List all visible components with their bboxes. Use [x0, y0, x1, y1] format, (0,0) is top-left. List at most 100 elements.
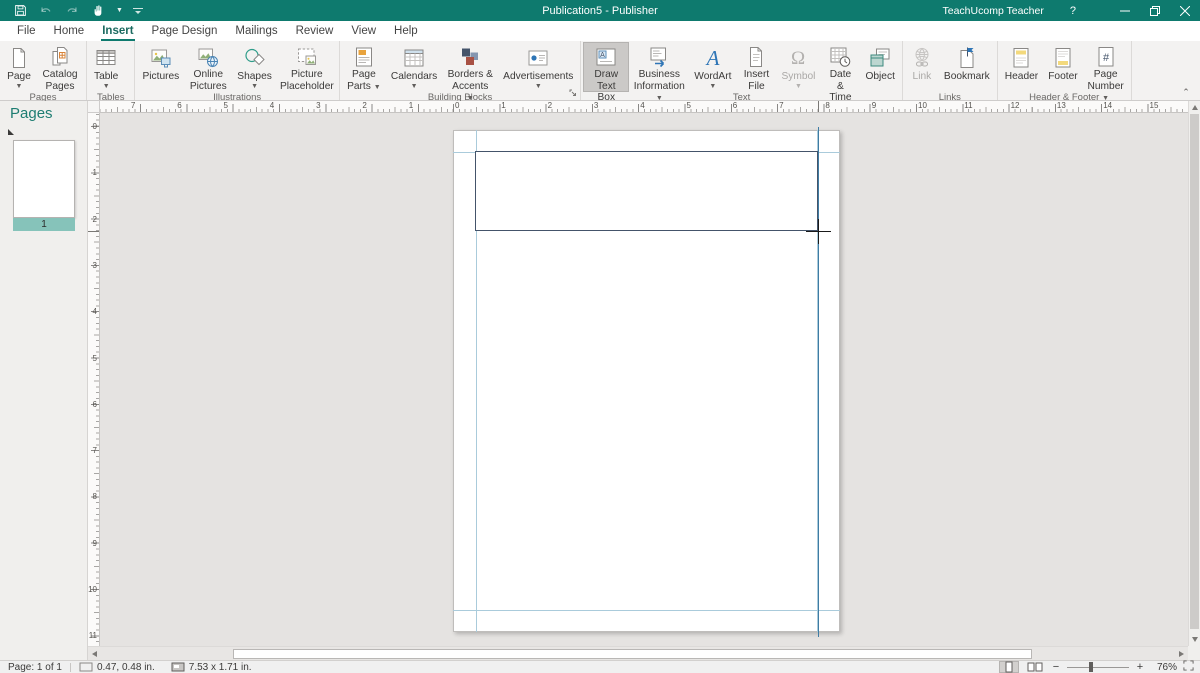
ribbon-group-text: A Draw Text Box Business Information ▼ A…: [581, 41, 903, 100]
link-button[interactable]: Link: [905, 42, 939, 92]
date-time-button[interactable]: Date & Time: [820, 42, 860, 92]
picture-placeholder-button[interactable]: Picture Placeholder: [277, 42, 337, 92]
page-number-button[interactable]: # Page Number ▼: [1083, 42, 1129, 92]
zoom-slider[interactable]: [1067, 667, 1129, 668]
bookmark-icon: [955, 45, 979, 71]
horizontal-scrollbar-thumb[interactable]: [233, 649, 1032, 659]
wordart-button[interactable]: A WordArt ▼: [689, 42, 736, 92]
tab-file[interactable]: File: [8, 22, 45, 41]
single-page-view-button[interactable]: [999, 661, 1019, 673]
ribbon-group-tables: Table ▼ Tables: [87, 41, 135, 100]
pages-panel-title: Pages: [0, 101, 87, 122]
object-icon: [868, 45, 892, 71]
publication-canvas[interactable]: [100, 113, 1188, 646]
ribbon-tab-bar: File Home Insert Page Design Mailings Re…: [0, 21, 1200, 41]
header-button[interactable]: Header: [1000, 42, 1043, 92]
catalog-pages-button[interactable]: Catalog Pages: [36, 42, 84, 92]
touch-mode-dropdown[interactable]: ▼: [116, 7, 123, 15]
calendars-button[interactable]: Calendars ▼: [386, 42, 442, 92]
collapse-ribbon-button[interactable]: ⌃: [1178, 87, 1194, 98]
save-button[interactable]: [12, 3, 28, 19]
ribbon-group-building-blocks: Page Parts ▼ Calendars ▼ Borders & Accen…: [340, 41, 581, 100]
horizontal-ruler[interactable]: 7654321012345678910111213141516: [88, 101, 1188, 113]
scroll-up-arrow[interactable]: [1192, 105, 1198, 110]
page-icon: [7, 45, 31, 71]
pictures-icon: [149, 45, 173, 71]
zoom-in-button[interactable]: +: [1135, 661, 1145, 673]
ribbon-group-pages: Page ▼ Catalog Pages Pages: [0, 41, 87, 100]
page-button[interactable]: Page ▼: [2, 42, 36, 92]
pages-panel: Pages 1: [0, 101, 88, 660]
horizontal-scrollbar[interactable]: [88, 646, 1188, 660]
two-page-spread-icon: [1027, 661, 1043, 673]
ribbon-group-header-footer: Header Footer # Page Number ▼ Header & F…: [998, 41, 1132, 100]
ribbon-group-links: Link Bookmark Links: [903, 41, 998, 100]
page-thumbnail-item[interactable]: 1: [13, 140, 75, 231]
tab-home[interactable]: Home: [45, 22, 94, 41]
page-thumbnail[interactable]: [13, 140, 75, 218]
zoom-slider-thumb[interactable]: [1089, 662, 1093, 672]
title-bar: ▼ Publication5 - Publisher TeachUcomp Te…: [0, 0, 1200, 21]
zoom-level[interactable]: 76%: [1151, 662, 1177, 673]
minimize-button[interactable]: [1110, 0, 1140, 21]
draw-text-box-icon: A: [594, 45, 618, 69]
customize-qat-button[interactable]: [133, 8, 143, 14]
minimize-icon: [1120, 6, 1130, 16]
footer-button[interactable]: Footer: [1043, 42, 1082, 92]
object-button[interactable]: Object: [860, 42, 899, 92]
tab-help[interactable]: Help: [385, 22, 427, 41]
layout-guide-vertical: [818, 127, 819, 637]
vertical-ruler[interactable]: 01234567891011: [88, 113, 100, 646]
insert-file-button[interactable]: Insert File: [736, 42, 776, 92]
tab-insert[interactable]: Insert: [93, 22, 142, 41]
undo-button[interactable]: [38, 3, 54, 19]
touch-mode-button[interactable]: [90, 3, 106, 19]
tab-review[interactable]: Review: [287, 22, 343, 41]
restore-button[interactable]: [1140, 0, 1170, 21]
bookmark-button[interactable]: Bookmark: [939, 42, 995, 92]
online-pictures-button[interactable]: Online Pictures: [184, 42, 232, 92]
table-button[interactable]: Table ▼: [89, 42, 123, 92]
cursor-position-readout: 0.47, 0.48 in.: [71, 661, 163, 673]
advertisements-button[interactable]: Advertisements ▼: [498, 42, 578, 92]
shapes-button[interactable]: Shapes ▼: [232, 42, 277, 92]
close-button[interactable]: [1170, 0, 1200, 21]
tab-mailings[interactable]: Mailings: [226, 22, 286, 41]
scroll-down-arrow[interactable]: [1192, 637, 1198, 642]
ribbon: Page ▼ Catalog Pages Pages Table ▼ Table…: [0, 41, 1200, 101]
redo-button[interactable]: [64, 3, 80, 19]
scroll-left-arrow[interactable]: [92, 651, 97, 657]
page-parts-button[interactable]: Page Parts ▼: [342, 42, 386, 92]
crosshair-cursor-vertical: [818, 219, 819, 244]
two-page-spread-view-button[interactable]: [1025, 661, 1045, 673]
business-information-button[interactable]: Business Information ▼: [629, 42, 689, 92]
scroll-right-arrow[interactable]: [1179, 651, 1184, 657]
page-indicator[interactable]: Page: 1 of 1: [0, 661, 70, 673]
fit-page-icon: [1183, 660, 1194, 671]
account-name[interactable]: TeachUcomp Teacher: [943, 5, 1044, 17]
picture-placeholder-icon: [295, 45, 319, 69]
pages-panel-collapse-icon[interactable]: [8, 129, 14, 135]
borders-accents-button[interactable]: Borders & Accents ▼: [442, 42, 498, 92]
quick-access-toolbar: ▼: [0, 3, 143, 19]
insert-file-icon: [744, 45, 768, 69]
symbol-button[interactable]: Ω Symbol ▼: [776, 42, 820, 92]
vertical-scrollbar-thumb[interactable]: [1190, 114, 1199, 629]
advertisements-icon: [526, 45, 550, 71]
page-thumbnail-number[interactable]: 1: [13, 218, 75, 231]
save-icon: [14, 4, 27, 17]
size-icon: [171, 662, 185, 672]
status-bar: Page: 1 of 1 0.47, 0.48 in. 7.53 x 1.71 …: [0, 660, 1200, 673]
tab-view[interactable]: View: [342, 22, 385, 41]
pictures-button[interactable]: Pictures: [137, 42, 184, 92]
building-blocks-dialog-launcher[interactable]: [567, 87, 579, 99]
fit-page-button[interactable]: [1183, 660, 1194, 673]
borders-accents-icon: [458, 45, 482, 69]
zoom-out-button[interactable]: −: [1051, 661, 1061, 673]
tab-page-design[interactable]: Page Design: [143, 22, 227, 41]
draw-text-box-button[interactable]: A Draw Text Box: [583, 42, 629, 92]
text-box-being-drawn[interactable]: [475, 151, 818, 231]
restore-icon: [1150, 6, 1160, 16]
help-button[interactable]: ?: [1070, 5, 1076, 17]
online-pictures-icon: [196, 45, 220, 69]
